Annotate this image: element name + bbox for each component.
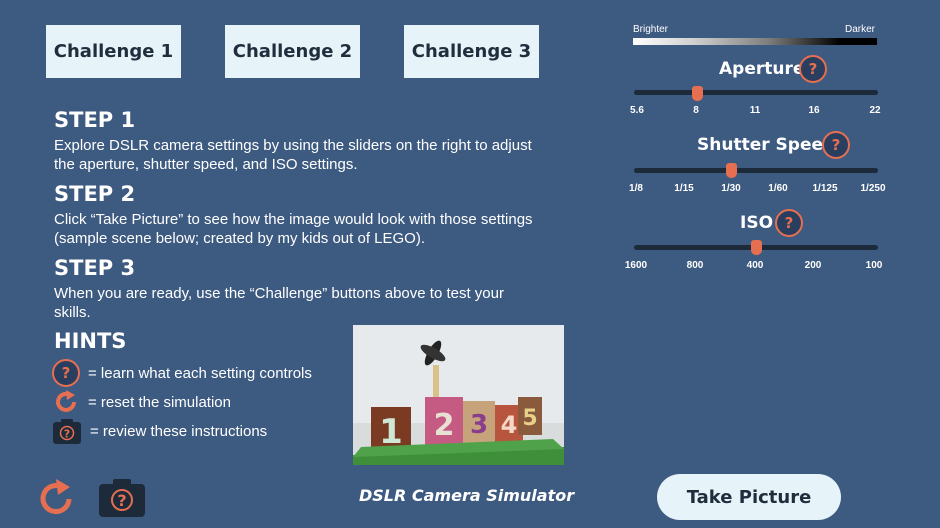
step-1-title: STEP 1 (54, 108, 136, 132)
aperture-label: Aperture (719, 59, 805, 79)
aperture-thumb[interactable] (691, 86, 703, 101)
iso-tick: 200 (804, 260, 822, 271)
step-2-title: STEP 2 (54, 182, 136, 206)
aperture-tick: 16 (808, 105, 820, 116)
aperture-tick: 11 (749, 105, 761, 116)
shutter-label: Shutter Speed (697, 135, 836, 155)
step-3-title: STEP 3 (54, 256, 136, 280)
aperture-tick: 8 (693, 105, 699, 116)
shutter-tick: 1/15 (674, 183, 694, 194)
shutter-tick: 1/30 (721, 183, 741, 194)
shutter-tick: 1/125 (812, 183, 838, 194)
step-2-text: Click “Take Picture” to see how the imag… (54, 211, 533, 247)
shutter-help-icon[interactable]: ? (822, 131, 850, 159)
camera-help-icon: ? (53, 419, 81, 444)
shutter-tick: 1/8 (629, 183, 643, 194)
iso-tick: 100 (865, 260, 883, 271)
app-title: DSLR Camera Simulator (359, 486, 575, 505)
step-3-text: When you are ready, use the “Challenge” … (54, 285, 504, 321)
aperture-tick: 22 (869, 105, 881, 116)
shutter-tick: 1/60 (768, 183, 788, 194)
aperture-track[interactable] (634, 90, 878, 95)
question-icon: ? (52, 359, 80, 387)
svg-text:3: 3 (470, 410, 488, 440)
darker-label: Darker (845, 24, 876, 35)
exposure-meter (633, 38, 877, 45)
step-1-text: Explore DSLR camera settings by using th… (54, 137, 532, 173)
iso-thumb[interactable] (750, 240, 762, 255)
iso-tick: 1600 (624, 260, 648, 271)
svg-text:4: 4 (501, 411, 518, 439)
iso-tick: 400 (746, 260, 764, 271)
iso-tick: 800 (686, 260, 704, 271)
svg-text:?: ? (117, 491, 126, 510)
challenge-1-button[interactable]: Challenge 1 (46, 25, 181, 78)
aperture-help-icon[interactable]: ? (799, 55, 827, 83)
take-picture-button[interactable]: Take Picture (657, 474, 841, 520)
iso-label: ISO (740, 213, 774, 233)
hints-title: HINTS (54, 329, 127, 353)
brighter-label: Brighter (633, 24, 669, 35)
hint-help: ? = learn what each setting controls (52, 359, 312, 387)
iso-help-icon[interactable]: ? (775, 209, 803, 237)
shutter-tick: 1/250 (860, 183, 886, 194)
instructions-button[interactable]: ? (98, 476, 146, 518)
aperture-tick: 5.6 (630, 105, 644, 116)
hint-instructions: ? = review these instructions (52, 417, 267, 445)
hint-help-text: = learn what each setting controls (88, 364, 312, 382)
shutter-thumb[interactable] (726, 163, 738, 178)
hint-instructions-text: = review these instructions (90, 422, 268, 440)
svg-text:5: 5 (522, 406, 537, 431)
hint-reset: = reset the simulation (52, 388, 231, 416)
reset-icon (56, 390, 76, 412)
svg-text:2: 2 (434, 408, 455, 443)
reset-button[interactable] (36, 478, 80, 518)
challenge-3-button[interactable]: Challenge 3 (404, 25, 539, 78)
sample-scene-image: 1 2 3 4 5 (353, 325, 564, 465)
challenge-2-button[interactable]: Challenge 2 (225, 25, 360, 78)
hint-reset-text: = reset the simulation (88, 393, 231, 411)
shutter-track[interactable] (634, 168, 878, 173)
svg-text:?: ? (64, 428, 70, 441)
